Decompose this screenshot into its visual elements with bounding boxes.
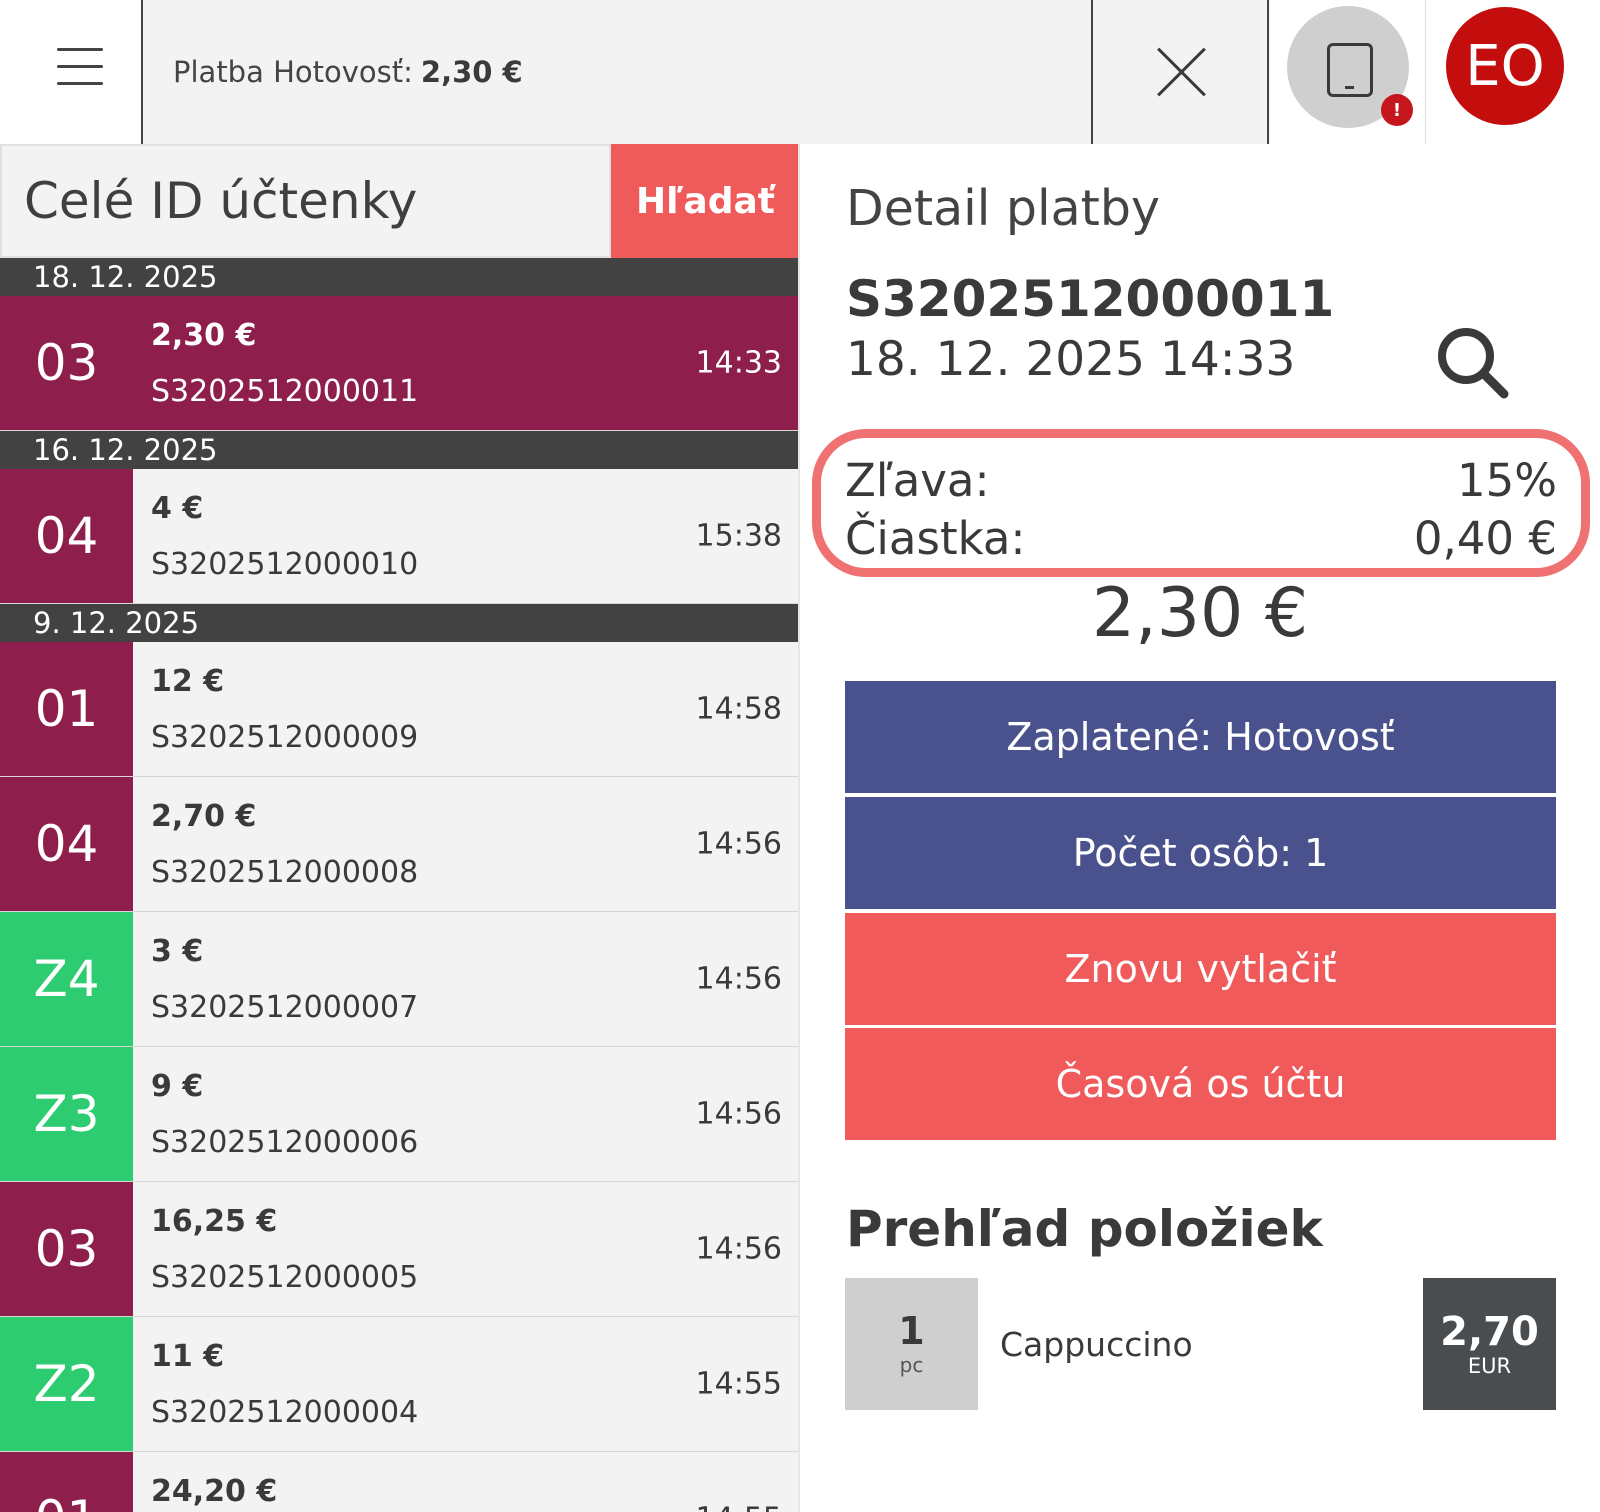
receipt-amount: 16,25 € xyxy=(151,1204,278,1239)
close-button[interactable] xyxy=(1091,0,1269,144)
table-badge: 03 xyxy=(0,1182,133,1316)
receipt-row[interactable]: 01 24,20 € 14:55 xyxy=(0,1452,798,1512)
receipt-row[interactable]: Z4 3 € S3202512000007 14:56 xyxy=(0,912,798,1047)
detail-title: Detail platby xyxy=(846,180,1160,237)
discount-amount-value: 0,40 € xyxy=(1413,512,1557,565)
receipt-row[interactable]: 01 12 € S3202512000009 14:58 xyxy=(0,642,798,777)
receipt-row[interactable]: 04 4 € S3202512000010 15:38 xyxy=(0,469,798,604)
item-name: Cappuccino xyxy=(1000,1324,1193,1364)
persons-count-button[interactable]: Počet osôb: 1 xyxy=(845,797,1556,909)
discount-amount-label: Čiastka: xyxy=(845,512,1026,565)
receipt-amount: 24,20 € xyxy=(151,1474,278,1509)
discount-value: 15% xyxy=(1456,454,1557,507)
device-button[interactable]: ! xyxy=(1270,0,1426,144)
date-header: 9. 12. 2025 xyxy=(0,604,798,642)
receipt-time: 14:58 xyxy=(695,691,782,727)
discount-box: Zľava: 15% Čiastka: 0,40 € xyxy=(812,429,1590,577)
table-badge: Z2 xyxy=(0,1317,133,1451)
receipt-row[interactable]: 04 2,70 € S3202512000008 14:56 xyxy=(0,777,798,912)
items-title: Prehľad položiek xyxy=(846,1200,1323,1258)
avatar[interactable]: EO xyxy=(1446,7,1564,125)
table-badge: Z4 xyxy=(0,912,133,1046)
receipt-time: 14:55 xyxy=(695,1366,782,1402)
table-badge: 04 xyxy=(0,469,133,603)
item-price-currency: EUR xyxy=(1467,1354,1512,1378)
detail-datetime: 18. 12. 2025 14:33 xyxy=(846,332,1296,387)
payment-status-amount: 2,30 € xyxy=(420,55,523,89)
payment-status: Platba Hotovosť: 2,30 € xyxy=(145,0,1091,144)
receipt-row[interactable]: Z2 11 € S3202512000004 14:55 xyxy=(0,1317,798,1452)
list-item[interactable]: 1 pc Cappuccino 2,70 EUR xyxy=(845,1278,1556,1410)
item-quantity: 1 pc xyxy=(845,1278,978,1410)
top-bar: Platba Hotovosť: 2,30 € ! EO xyxy=(0,0,1600,144)
table-badge: 01 xyxy=(0,642,133,776)
receipt-time: 14:56 xyxy=(695,1231,782,1267)
search-row: Hľadať xyxy=(0,144,798,258)
receipt-id-input[interactable] xyxy=(0,144,611,258)
alert-badge: ! xyxy=(1381,94,1413,126)
reprint-button[interactable]: Znovu vytlačiť xyxy=(845,913,1556,1025)
receipt-time: 14:55 xyxy=(696,1502,782,1512)
receipt-amount: 12 € xyxy=(151,664,225,699)
receipt-id: S3202512000010 xyxy=(151,547,419,582)
device-status[interactable]: ! xyxy=(1287,6,1413,128)
receipt-amount: 2,30 € xyxy=(151,318,257,353)
date-header: 18. 12. 2025 xyxy=(0,258,798,296)
receipt-list: 18. 12. 2025 03 2,30 € S3202512000011 14:33 1… xyxy=(0,258,798,1512)
detail-receipt-id: S3202512000011 xyxy=(846,270,1335,328)
table-badge: Z3 xyxy=(0,1047,133,1181)
receipt-list-panel: Hľadať 18. 12. 2025032,30 €S320251200001… xyxy=(0,144,800,1512)
menu-icon xyxy=(57,48,103,51)
timeline-button[interactable]: Časová os účtu xyxy=(845,1028,1556,1140)
receipt-id: S3202512000004 xyxy=(151,1395,419,1430)
payment-status-label: Platba Hotovosť: xyxy=(173,55,413,89)
table-badge: 01 xyxy=(0,1452,133,1512)
menu-icon-line xyxy=(57,82,103,85)
receipt-amount: 3 € xyxy=(151,934,204,969)
total-amount: 2,30 € xyxy=(1091,574,1309,653)
payment-detail-panel: Detail platby S3202512000011 18. 12. 202… xyxy=(800,144,1600,1512)
receipt-amount: 2,70 € xyxy=(151,799,257,834)
table-badge: 03 xyxy=(0,296,133,430)
search-icon[interactable] xyxy=(1434,324,1512,402)
receipt-row[interactable]: 03 2,30 € S3202512000011 14:33 xyxy=(0,296,798,431)
discount-row: Zľava: 15% xyxy=(845,454,1557,507)
discount-amount-row: Čiastka: 0,40 € xyxy=(845,512,1557,565)
receipt-amount: 9 € xyxy=(151,1069,204,1104)
menu-icon-line xyxy=(57,65,103,68)
receipt-id: S3202512000006 xyxy=(151,1125,419,1160)
receipt-time: 14:56 xyxy=(695,1096,782,1132)
receipt-id: S3202512000009 xyxy=(151,720,419,755)
item-qty-value: 1 xyxy=(898,1309,925,1354)
tablet-icon xyxy=(1327,43,1373,97)
receipt-time: 14:56 xyxy=(695,961,782,997)
receipt-time: 14:33 xyxy=(695,345,782,381)
receipt-id: S3202512000007 xyxy=(151,990,419,1025)
receipt-id: S3202512000011 xyxy=(151,374,419,409)
receipt-amount: 4 € xyxy=(151,491,204,526)
receipt-amount: 11 € xyxy=(151,1339,225,1374)
discount-label: Zľava: xyxy=(845,454,990,507)
table-badge: 04 xyxy=(0,777,133,911)
item-price-value: 2,70 xyxy=(1440,1309,1539,1355)
item-price: 2,70 EUR xyxy=(1423,1278,1556,1410)
date-header: 16. 12. 2025 xyxy=(0,431,798,469)
search-button[interactable]: Hľadať xyxy=(611,144,798,258)
paid-method-button[interactable]: Zaplatené: Hotovosť xyxy=(845,681,1556,793)
receipt-time: 15:38 xyxy=(695,518,782,554)
receipt-row[interactable]: Z3 9 € S3202512000006 14:56 xyxy=(0,1047,798,1182)
receipt-id: S3202512000005 xyxy=(151,1260,419,1295)
receipt-time: 14:56 xyxy=(695,826,782,862)
item-qty-unit: pc xyxy=(899,1352,924,1377)
user-area: EO xyxy=(1426,0,1600,144)
menu-button[interactable] xyxy=(0,0,143,144)
receipt-row[interactable]: 03 16,25 € S3202512000005 14:56 xyxy=(0,1182,798,1317)
receipt-id: S3202512000008 xyxy=(151,855,419,890)
